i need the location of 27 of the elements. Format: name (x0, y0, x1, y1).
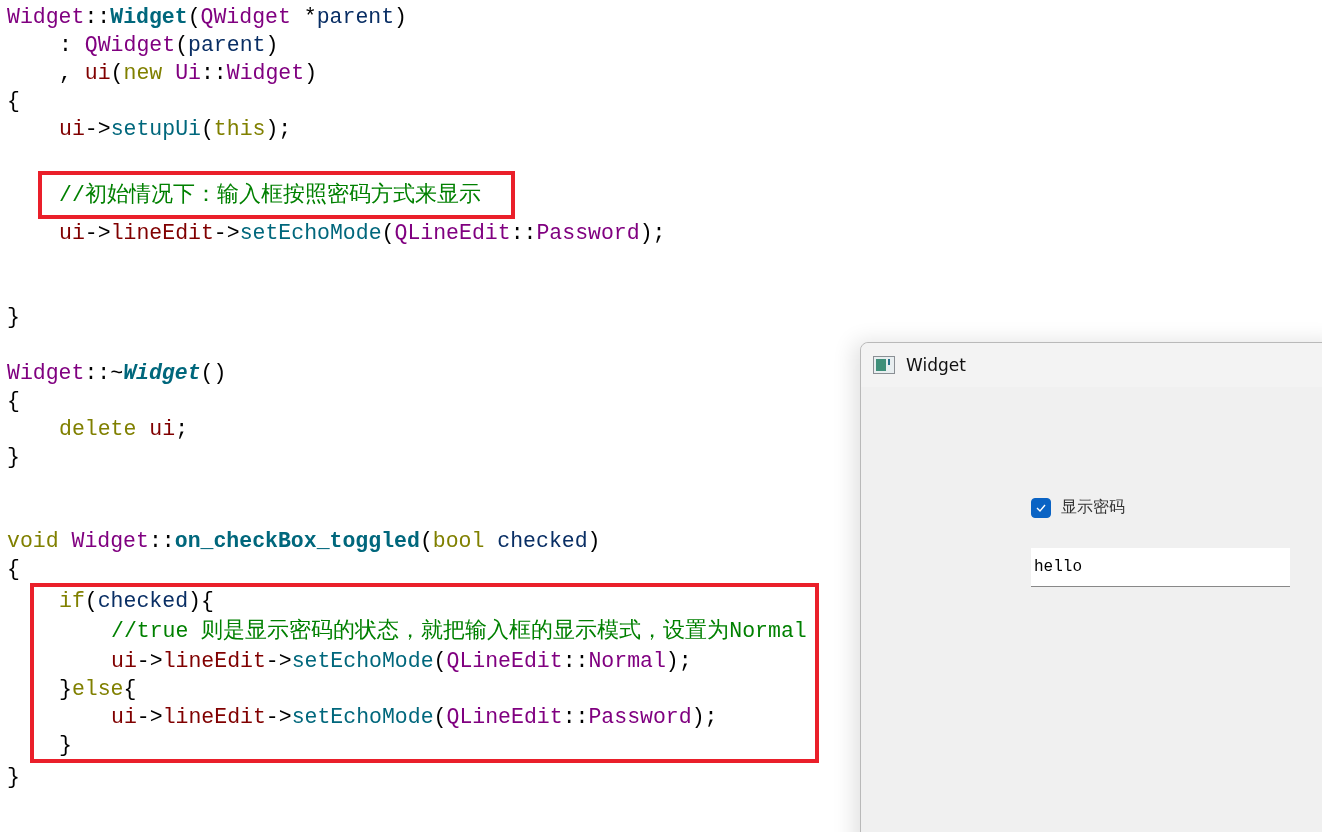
code-line: ui->lineEdit->setEchoMode(QLineEdit::Password); (59, 221, 666, 245)
code-line: Widget::~Widget() (7, 361, 227, 385)
code-line: , ui(new Ui::Widget) (59, 61, 318, 85)
code-line: { (7, 557, 20, 581)
code-line: //初始情况下：输入框按照密码方式来显示 (59, 183, 481, 207)
code-line: delete ui; (59, 417, 189, 441)
code-line: ui->lineEdit->setEchoMode(QLineEdit::Normal); (111, 649, 692, 673)
checkbox-label: 显示密码 (1061, 497, 1125, 518)
code-line: { (7, 389, 20, 413)
check-icon (1035, 502, 1047, 513)
code-line: //true 则是显示密码的状态，就把输入框的显示模式，设置为Normal (111, 619, 807, 643)
code-line: : QWidget(parent) (59, 33, 279, 57)
code-line: } (7, 445, 20, 469)
code-line: if(checked){ (59, 589, 214, 613)
code-line: { (7, 89, 20, 113)
checkbox[interactable] (1031, 497, 1051, 518)
code-line: } (59, 733, 72, 757)
window-icon (873, 356, 895, 374)
code-line: } (7, 765, 20, 789)
code-line: } (7, 305, 20, 329)
code-line: ui->setupUi(this); (59, 117, 292, 141)
code-line: void Widget::on_checkBox_toggled(bool checked) (7, 529, 601, 553)
code-line: Widget::Widget(QWidget *parent) (7, 5, 407, 29)
input-field[interactable]: hello (1031, 548, 1290, 587)
code-line: }else{ (59, 677, 137, 701)
code-line: ui->lineEdit->setEchoMode(QLineEdit::Password); (111, 705, 718, 729)
window-title: Widget (906, 355, 966, 375)
